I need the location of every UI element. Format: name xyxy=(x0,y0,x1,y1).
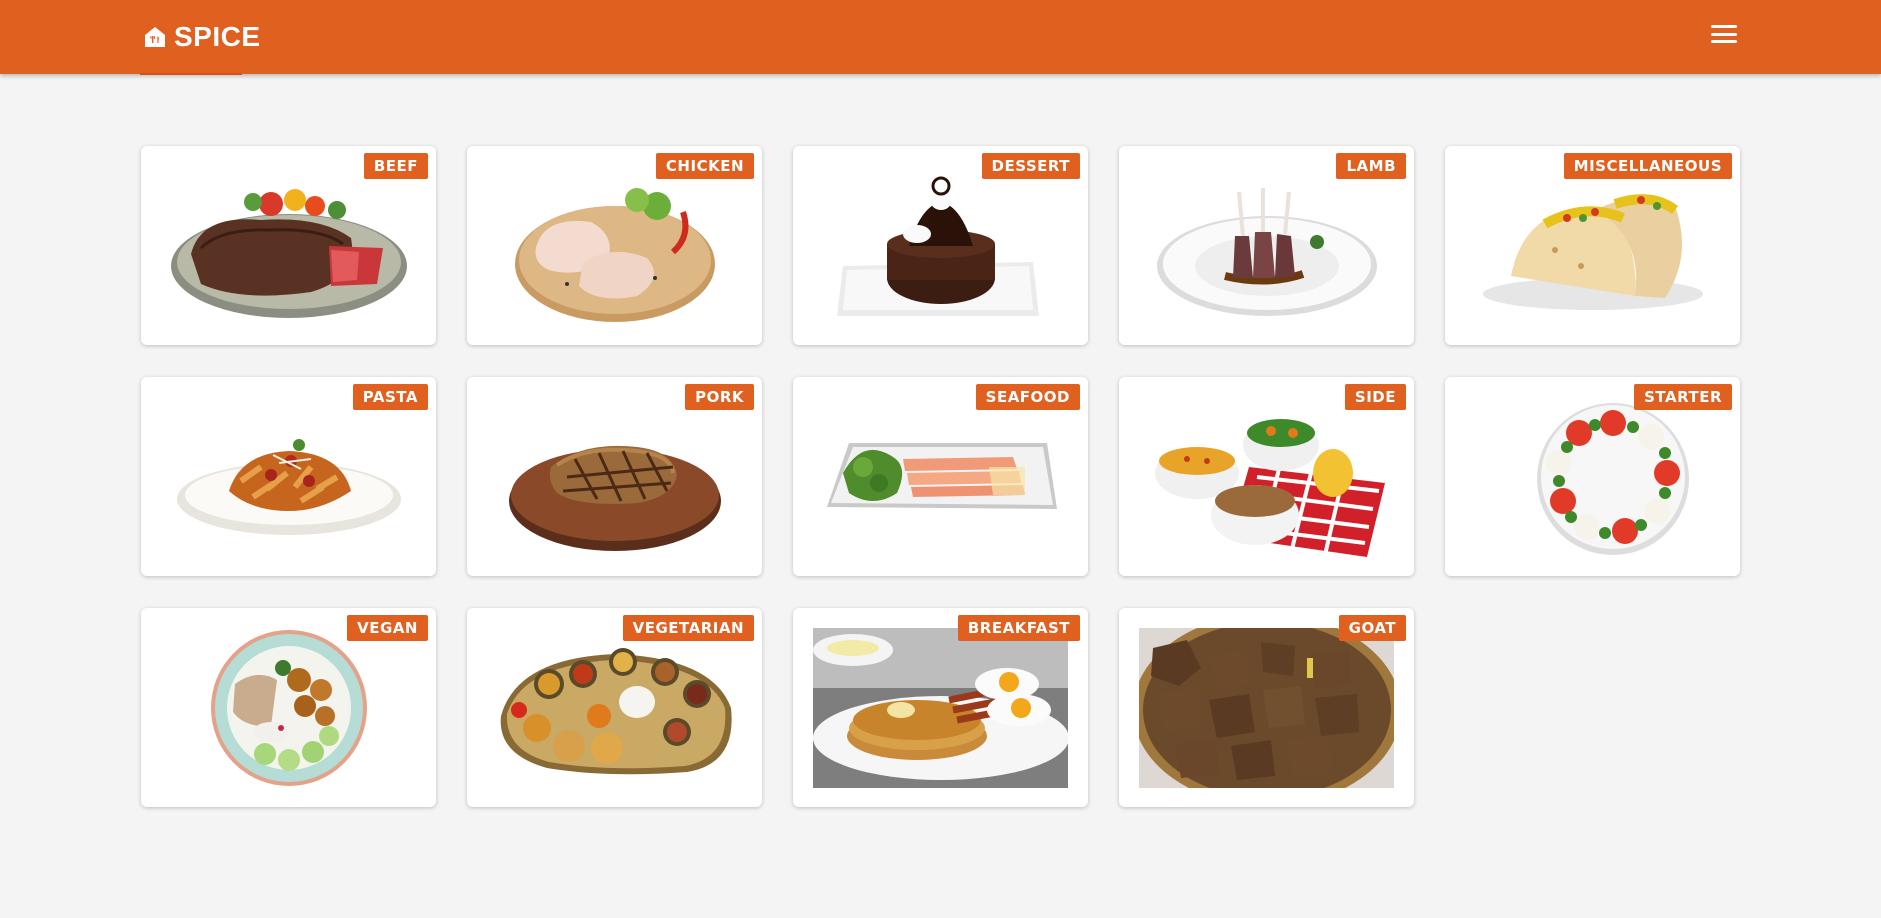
category-label: GOAT xyxy=(1338,615,1406,641)
pork-chop-board-image xyxy=(509,445,721,551)
category-card-chicken[interactable]: CHICKEN xyxy=(467,146,762,345)
category-label: VEGETARIAN xyxy=(622,615,754,641)
category-card-vegan[interactable]: VEGAN xyxy=(141,608,436,807)
category-card-side[interactable]: SIDE xyxy=(1119,377,1414,576)
category-card-pasta[interactable]: PASTA xyxy=(141,377,436,576)
thali-platter-image xyxy=(500,648,732,775)
category-label: VEGAN xyxy=(347,615,428,641)
brand-logo[interactable]: SPICE xyxy=(144,20,261,54)
category-card-lamb[interactable]: LAMB xyxy=(1119,146,1414,345)
category-label: SEAFOOD xyxy=(975,384,1080,410)
category-label: DESSERT xyxy=(981,153,1080,179)
category-label: CHICKEN xyxy=(655,153,754,179)
category-grid: BEEF CHICKEN DESSERT LAMB MISCELLANEOUS … xyxy=(141,146,1740,807)
category-card-vegetarian[interactable]: VEGETARIAN xyxy=(467,608,762,807)
tacos-image xyxy=(1483,194,1703,310)
top-navbar: SPICE xyxy=(0,0,1881,74)
category-card-seafood[interactable]: SEAFOOD xyxy=(793,377,1088,576)
category-card-beef[interactable]: BEEF xyxy=(141,146,436,345)
salmon-platter-image xyxy=(827,443,1057,509)
category-label: PORK xyxy=(685,384,754,410)
category-card-pork[interactable]: PORK xyxy=(467,377,762,576)
vegan-bowl-image xyxy=(211,630,367,786)
brand-name: SPICE xyxy=(174,21,261,52)
category-label: MISCELLANEOUS xyxy=(1563,153,1732,179)
goat-stew-image xyxy=(1139,628,1394,788)
category-label: BEEF xyxy=(363,153,428,179)
category-card-goat[interactable]: GOAT xyxy=(1119,608,1414,807)
category-card-dessert[interactable]: DESSERT xyxy=(793,146,1088,345)
pancakes-eggs-image xyxy=(813,628,1068,788)
category-label: LAMB xyxy=(1336,153,1406,179)
category-card-breakfast[interactable]: BREAKFAST xyxy=(793,608,1088,807)
category-card-starter[interactable]: STARTER xyxy=(1445,377,1740,576)
penne-bowl-image xyxy=(177,439,401,535)
side-dishes-image xyxy=(1155,419,1385,557)
house-fork-knife-icon xyxy=(145,27,165,47)
hamburger-menu-icon[interactable] xyxy=(1710,22,1738,46)
steak-plate-image xyxy=(171,189,407,318)
category-label: SIDE xyxy=(1344,384,1406,410)
category-card-miscellaneous[interactable]: MISCELLANEOUS xyxy=(1445,146,1740,345)
caprese-plate-image xyxy=(1537,403,1689,555)
category-label: STARTER xyxy=(1634,384,1732,410)
category-label: PASTA xyxy=(352,384,428,410)
category-label: BREAKFAST xyxy=(957,615,1080,641)
lamb-chops-image xyxy=(1157,188,1377,316)
chocolate-cake-image xyxy=(837,176,1039,316)
active-nav-indicator xyxy=(140,73,242,75)
raw-chicken-board-image xyxy=(515,188,715,322)
